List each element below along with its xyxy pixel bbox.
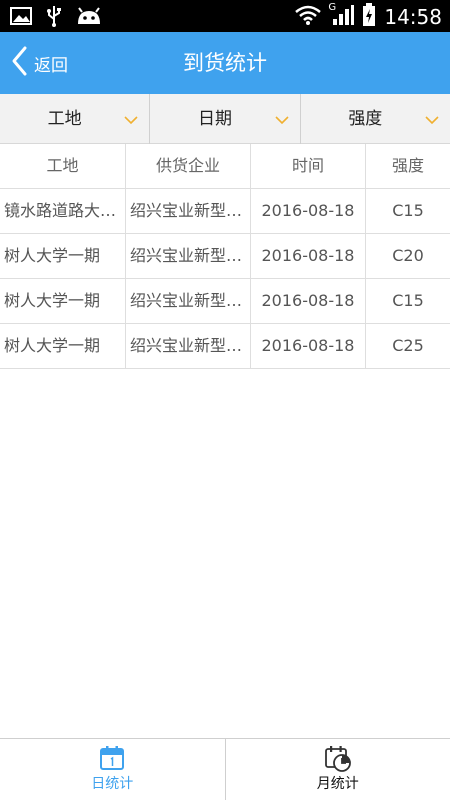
- column-header-supplier: 供货企业: [125, 144, 250, 188]
- tab-daily-stats-label: 日统计: [91, 776, 134, 792]
- cell-site: 树人大学一期: [4, 246, 101, 265]
- clock: 14:58: [384, 5, 442, 29]
- column-header-grade: 强度: [365, 144, 450, 188]
- column-header-site: 工地: [46, 156, 79, 175]
- table-row[interactable]: 树人大学一期 绍兴宝业新型… 2016-08-18 C15: [0, 279, 450, 324]
- chevron-left-icon: [10, 45, 28, 81]
- column-header-time: 时间: [250, 144, 365, 188]
- calendar-day-icon: [99, 745, 125, 775]
- filter-grade-dropdown[interactable]: 强度: [299, 94, 450, 144]
- delivery-table: 工地 供货企业 时间 强度 镜水路道路大… 绍兴宝业新型… 2016-08-18…: [0, 144, 450, 369]
- wifi-icon: [294, 4, 322, 30]
- cell-supplier: 绍兴宝业新型…: [125, 324, 250, 368]
- cell-supplier: 绍兴宝业新型…: [125, 234, 250, 278]
- chevron-down-icon: [424, 111, 440, 130]
- cell-date: 2016-08-18: [250, 324, 365, 368]
- chevron-down-icon: [123, 111, 139, 130]
- cell-site: 镜水路道路大…: [4, 201, 117, 220]
- cell-site: 树人大学一期: [4, 336, 101, 355]
- cell-grade: C15: [365, 279, 450, 323]
- cell-date: 2016-08-18: [250, 234, 365, 278]
- back-label: 返回: [34, 55, 68, 76]
- table-row[interactable]: 树人大学一期 绍兴宝业新型… 2016-08-18 C20: [0, 234, 450, 279]
- cell-grade: C20: [365, 234, 450, 278]
- cell-date: 2016-08-18: [250, 189, 365, 233]
- filter-site-label: 工地: [47, 109, 82, 129]
- title-bar: 返回 到货统计: [0, 32, 450, 94]
- bottom-tab-bar: 日统计 月统计: [0, 738, 450, 800]
- chevron-down-icon: [274, 111, 290, 130]
- network-type-label: G: [328, 2, 337, 13]
- android-icon: [76, 6, 102, 30]
- usb-icon: [46, 5, 62, 31]
- filter-site-dropdown[interactable]: 工地: [0, 94, 149, 144]
- filter-grade-label: 强度: [348, 109, 383, 129]
- battery-charging-icon: [362, 3, 376, 31]
- table-header-row: 工地 供货企业 时间 强度: [0, 144, 450, 189]
- tab-monthly-stats-label: 月统计: [316, 776, 359, 792]
- filter-date-dropdown[interactable]: 日期: [149, 94, 299, 144]
- table-row[interactable]: 树人大学一期 绍兴宝业新型… 2016-08-18 C25: [0, 324, 450, 369]
- cell-grade: C25: [365, 324, 450, 368]
- cell-grade: C15: [365, 189, 450, 233]
- status-bar: G 14:58: [0, 0, 450, 32]
- filter-bar: 工地 日期 强度: [0, 94, 450, 144]
- back-button[interactable]: 返回: [10, 44, 68, 82]
- filter-date-label: 日期: [197, 109, 232, 129]
- signal-icon: G: [328, 2, 355, 30]
- cell-date: 2016-08-18: [250, 279, 365, 323]
- cell-supplier: 绍兴宝业新型…: [125, 279, 250, 323]
- cell-site: 树人大学一期: [4, 291, 101, 310]
- tab-daily-stats[interactable]: 日统计: [0, 739, 225, 800]
- image-icon: [10, 7, 32, 29]
- tab-monthly-stats[interactable]: 月统计: [224, 739, 450, 800]
- cell-supplier: 绍兴宝业新型…: [125, 189, 250, 233]
- table-row[interactable]: 镜水路道路大… 绍兴宝业新型… 2016-08-18 C15: [0, 189, 450, 234]
